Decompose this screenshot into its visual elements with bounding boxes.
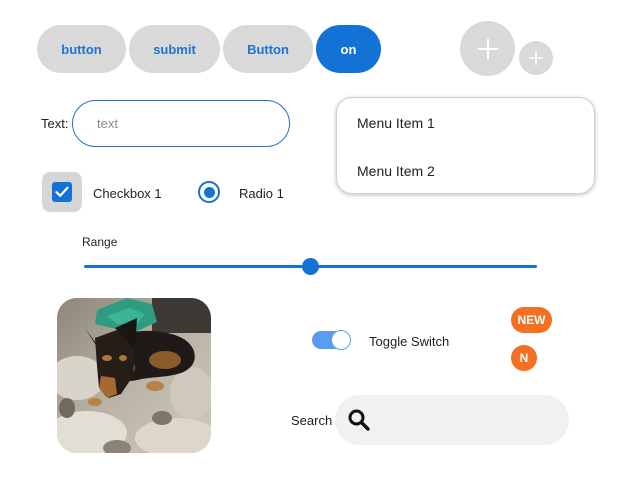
submit-button[interactable]: submit <box>129 25 220 73</box>
dog-photo <box>57 298 211 453</box>
search-label: Search <box>291 413 333 428</box>
radio-label: Radio 1 <box>239 186 284 201</box>
checkbox-box <box>52 182 72 202</box>
new-badge: NEW <box>511 307 552 333</box>
on-button[interactable]: on <box>316 25 381 73</box>
range-thumb[interactable] <box>302 258 319 275</box>
dog-photo-image <box>57 298 211 453</box>
toggle-knob <box>331 330 351 350</box>
menu-item-2[interactable]: Menu Item 2 <box>357 163 435 179</box>
button-button-2[interactable]: Button <box>223 25 313 73</box>
plus-icon <box>529 51 543 65</box>
checkbox[interactable] <box>42 172 82 212</box>
text-input[interactable] <box>72 100 290 147</box>
text-field-label: Text: <box>41 116 69 131</box>
plus-icon <box>477 38 498 59</box>
checkbox-label: Checkbox 1 <box>93 186 162 201</box>
toggle-switch[interactable] <box>312 330 351 350</box>
radio-button[interactable] <box>198 181 220 203</box>
menu-item-1[interactable]: Menu Item 1 <box>357 115 435 131</box>
range-label: Range <box>82 235 118 249</box>
add-fab-small[interactable] <box>519 41 553 75</box>
add-fab-large[interactable] <box>460 21 515 76</box>
toggle-label: Toggle Switch <box>369 334 450 349</box>
radio-dot <box>203 186 215 198</box>
n-badge: N <box>511 345 537 371</box>
checkmark-icon <box>55 186 69 197</box>
search-input[interactable] <box>335 395 569 445</box>
search-icon <box>348 409 370 431</box>
menu: Menu Item 1 Menu Item 2 <box>336 97 595 194</box>
button-button[interactable]: button <box>37 25 126 73</box>
